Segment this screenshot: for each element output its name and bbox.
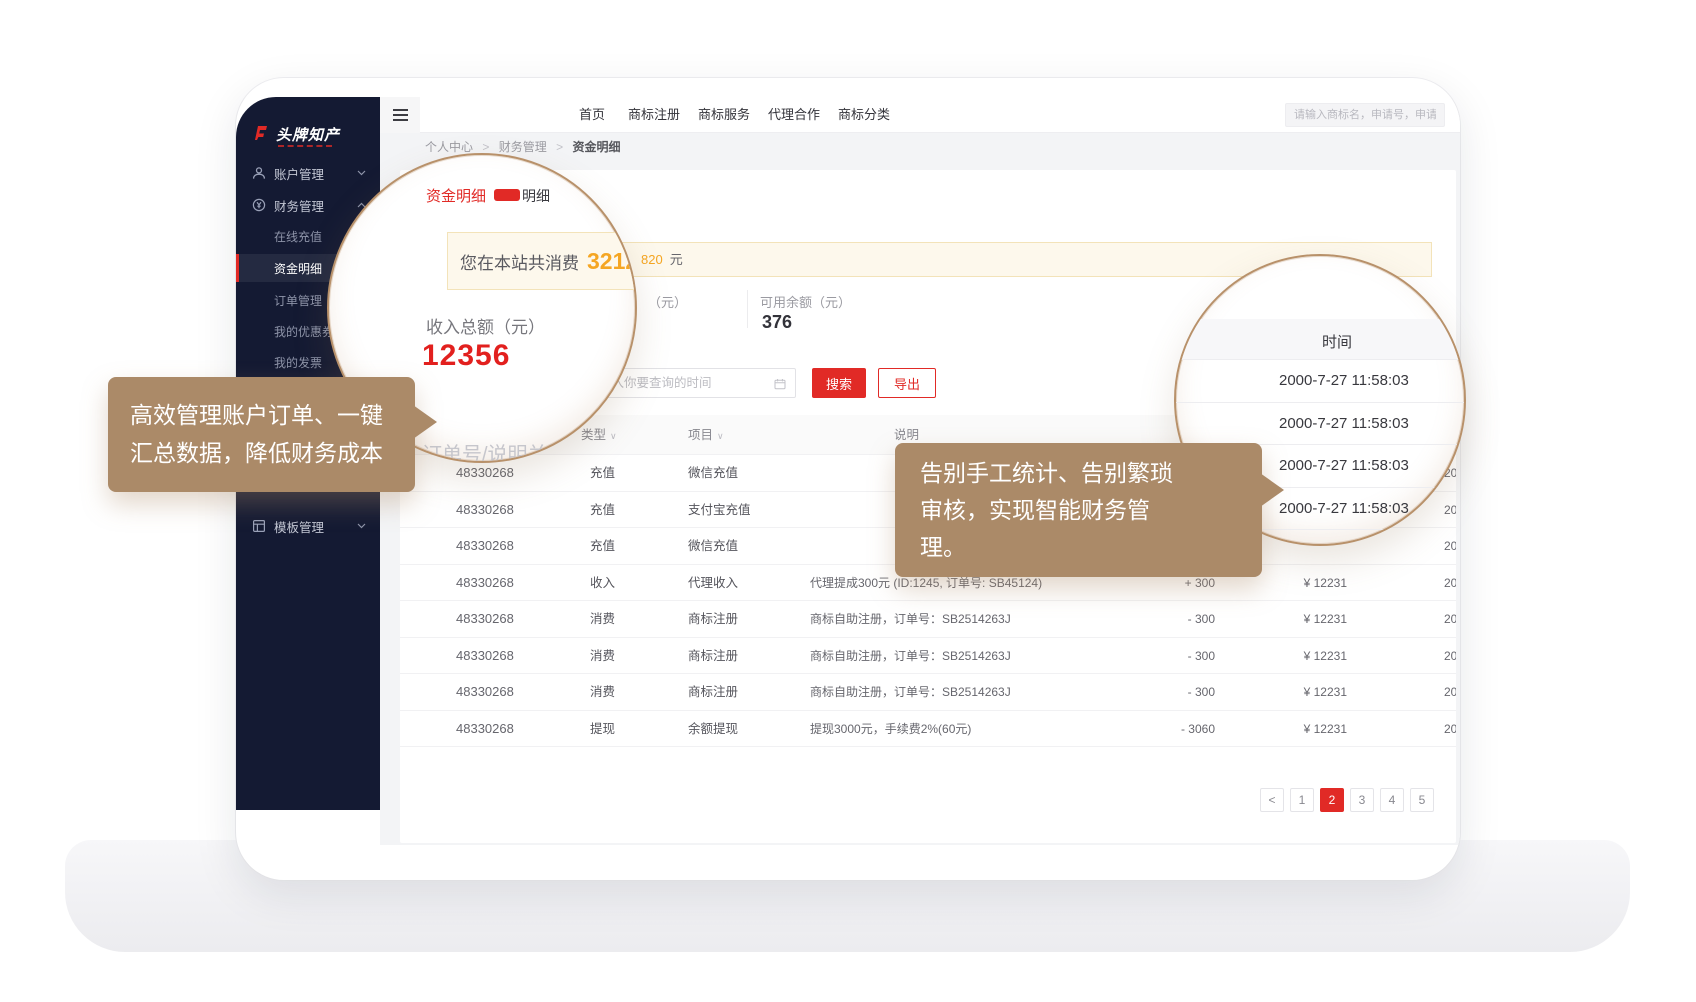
user-icon bbox=[252, 166, 266, 180]
pagination-page-button[interactable]: 5 bbox=[1410, 788, 1434, 812]
sidebar-item-template-manage[interactable]: 模板管理 bbox=[236, 512, 380, 540]
lens-time-column-header: 时间 bbox=[1176, 319, 1466, 360]
lens-income-label: 收入总额（元） bbox=[426, 313, 545, 338]
lens-keyword-placeholder: 订单号/说明关键字 bbox=[422, 438, 588, 463]
callout-text-line: 高效管理账户订单、一键 bbox=[130, 396, 393, 434]
lens-income-value: 12356 bbox=[422, 339, 510, 373]
breadcrumb-separator: > bbox=[556, 140, 563, 154]
lens-time-cell: 2000-7-27 11:58:03 bbox=[1176, 403, 1466, 446]
pagination: < 1 2 3 4 5 bbox=[1260, 788, 1434, 812]
callout-text-line: 汇总数据，降低财务成本 bbox=[130, 434, 393, 472]
pagination-page-button[interactable]: 3 bbox=[1350, 788, 1374, 812]
top-nav: 首页 商标注册 商标服务 代理合作 商标分类 bbox=[380, 97, 1460, 133]
table-row: 48330268 消费 商标注册 商标自助注册，订单号：SB2514263J -… bbox=[400, 601, 1456, 638]
nav-item-trademark-category[interactable]: 商标分类 bbox=[838, 97, 890, 133]
breadcrumb-item[interactable]: 个人中心 bbox=[425, 140, 473, 154]
sidebar-item-label: 财务管理 bbox=[274, 196, 357, 215]
available-balance-label: 可用余额（元） bbox=[760, 292, 851, 311]
nav-item-home[interactable]: 首页 bbox=[579, 97, 605, 133]
pagination-page-button[interactable]: 4 bbox=[1380, 788, 1404, 812]
search-button[interactable]: 搜索 bbox=[812, 368, 866, 398]
table-row: 48330268 消费 商标注册 商标自助注册，订单号：SB2514263J -… bbox=[400, 674, 1456, 711]
brand-name: 头牌知产 bbox=[276, 124, 340, 145]
table-header-project[interactable]: 项目∨ bbox=[688, 415, 724, 455]
pagination-page-button[interactable]: 1 bbox=[1290, 788, 1314, 812]
laptop-mockup: 头牌知产 账户管理 财务管理 bbox=[0, 0, 1696, 1002]
callout-left: 高效管理账户订单、一键 汇总数据，降低财务成本 bbox=[108, 377, 415, 492]
table-row: 48330268 消费 商标注册 商标自助注册，订单号：SB2514263J -… bbox=[400, 638, 1456, 675]
sidebar-item-label: 订单管理 bbox=[274, 292, 322, 309]
available-balance-value: 376 bbox=[762, 312, 792, 333]
brand-logo-icon bbox=[250, 123, 270, 148]
consumption-amount-fragment: 820元 bbox=[641, 243, 683, 276]
sidebar-item-account[interactable]: 账户管理 bbox=[236, 159, 380, 187]
callout-text-line: 告别手工统计、告别繁琐 bbox=[920, 455, 1237, 492]
nav-item-trademark-service[interactable]: 商标服务 bbox=[698, 97, 750, 133]
chevron-down-icon bbox=[357, 523, 366, 529]
template-grid-icon bbox=[252, 519, 266, 533]
sidebar-item-label: 在线充值 bbox=[274, 228, 322, 245]
callout-text-line: 审核，实现智能财务管 bbox=[920, 492, 1237, 529]
nav-item-trademark-register[interactable]: 商标注册 bbox=[628, 97, 680, 133]
sort-caret-icon: ∨ bbox=[610, 431, 617, 441]
sidebar-item-label: 我的优惠券 bbox=[274, 323, 334, 340]
lens-consumption-banner: 您在本站共消费 32124 bbox=[447, 232, 637, 290]
brand-tagline-decor bbox=[278, 145, 332, 147]
stat-mid-label-fragment: （元） bbox=[648, 292, 687, 311]
export-button[interactable]: 导出 bbox=[878, 368, 936, 398]
table-row: 48330268 提现 余额提现 提现3000元，手续费2%(60元) - 30… bbox=[400, 711, 1456, 748]
lens-time-cell: 2000-7-27 11:58:03 bbox=[1176, 360, 1466, 403]
sidebar-item-label: 模板管理 bbox=[274, 517, 357, 536]
breadcrumb-separator: > bbox=[482, 140, 489, 154]
nav-item-agency[interactable]: 代理合作 bbox=[768, 97, 820, 133]
sidebar-item-label: 账户管理 bbox=[274, 164, 357, 183]
breadcrumb: 个人中心 > 财务管理 > 资金明细 bbox=[380, 133, 1460, 162]
breadcrumb-item[interactable]: 财务管理 bbox=[499, 140, 547, 154]
lens-banner-label: 您在本站共消费 bbox=[460, 249, 579, 274]
finance-coin-icon bbox=[252, 198, 266, 212]
lens-banner-value: 32124 bbox=[587, 248, 637, 275]
callout-right: 告别手工统计、告别繁琐 审核，实现智能财务管 理。 bbox=[895, 443, 1262, 577]
lens-tab-fragment: 明细 bbox=[522, 186, 550, 206]
breadcrumb-current: 资金明细 bbox=[572, 140, 620, 154]
brand-logo: 头牌知产 bbox=[250, 121, 370, 155]
stat-divider bbox=[747, 290, 748, 328]
hamburger-menu-icon[interactable] bbox=[380, 97, 420, 133]
sidebar-item-label: 资金明细 bbox=[274, 260, 322, 277]
sidebar-item-label: 我的发票 bbox=[274, 354, 322, 371]
pagination-prev-button[interactable]: < bbox=[1260, 788, 1284, 812]
lens-tab-fund-detail: 资金明细 bbox=[426, 185, 486, 206]
pagination-page-button-active[interactable]: 2 bbox=[1320, 788, 1344, 812]
trademark-search-input[interactable] bbox=[1285, 103, 1445, 127]
chevron-down-icon bbox=[357, 170, 366, 176]
lens-red-badge bbox=[494, 189, 520, 201]
callout-text-line: 理。 bbox=[920, 529, 1237, 566]
sort-caret-icon: ∨ bbox=[717, 431, 724, 441]
